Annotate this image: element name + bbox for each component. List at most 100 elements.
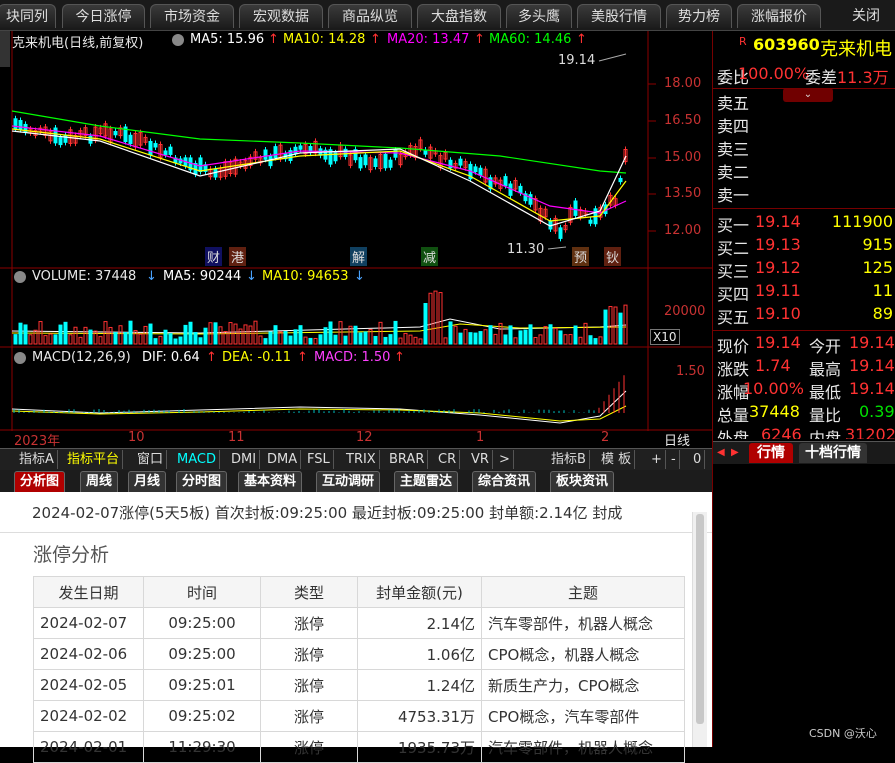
cell-amount: 1.24亿 — [357, 669, 482, 701]
tab-dma[interactable]: DMA — [264, 450, 302, 469]
volume-bar — [543, 326, 548, 345]
macd-dea: DEA: -0.11 — [222, 350, 292, 365]
macd-settings-icon[interactable] — [14, 352, 26, 364]
candle-body — [153, 143, 158, 148]
volume-bar — [383, 336, 388, 345]
volume-bar — [83, 326, 88, 345]
volume-bar — [28, 334, 33, 345]
volume-bar — [88, 329, 93, 345]
date-axis-label: 1 — [476, 430, 485, 445]
divider — [713, 88, 895, 89]
tab-monthly[interactable]: 月线 — [128, 471, 167, 493]
kline-chart[interactable]: 克来机电(日线,前复权) MA5: 15.96 ↑ MA10: 14.28 ↑ … — [0, 31, 712, 449]
volume-down-arrow-icon: ↓ — [146, 269, 157, 284]
collapse-chevron-icon[interactable]: ⌄ — [783, 88, 833, 102]
zoom-out-button[interactable]: - — [668, 450, 680, 469]
tab-gain-quotes[interactable]: 涨幅报价 — [737, 4, 821, 28]
cell-date: 2024-02-06 — [33, 638, 144, 670]
panel-scrollbar[interactable] — [692, 512, 707, 747]
tab-intraday[interactable]: 分时图 — [176, 471, 228, 493]
volume-bar — [408, 334, 413, 345]
ma-settings-icon[interactable] — [172, 34, 184, 46]
table-row[interactable]: 2024-02-07 09:25:00 涨停 2.14亿 汽车零部件，机器人概念 — [33, 607, 685, 639]
tab-dmi[interactable]: DMI — [228, 450, 261, 469]
more-indicators-button[interactable]: > — [496, 450, 514, 469]
event-marker-unlock[interactable]: 解 — [350, 247, 368, 266]
table-row[interactable]: 2024-02-05 09:25:01 涨停 1.24亿 新质生产力，CPO概念 — [33, 669, 685, 701]
volume-bar — [278, 331, 283, 345]
macd-up-arrow-icon: ↑ — [394, 350, 405, 365]
table-row[interactable]: 2024-02-02 09:25:02 涨停 4753.31万 CPO概念，汽车… — [33, 700, 685, 732]
tab-news[interactable]: 综合资讯 — [472, 471, 537, 493]
candle-body — [518, 185, 523, 194]
reset-button[interactable]: 0 — [690, 450, 706, 469]
column-header: 发生日期 — [33, 576, 144, 608]
tab-brar[interactable]: BRAR — [386, 450, 429, 469]
candle-body — [388, 159, 393, 168]
event-marker-finance[interactable]: 财 — [205, 247, 223, 266]
tab-us-stocks[interactable]: 美股行情 — [577, 4, 661, 28]
tab-theme-radar[interactable]: 主题雷达 — [394, 471, 459, 493]
event-marker-other[interactable]: 钬 — [604, 247, 622, 266]
event-marker-hk[interactable]: 港 — [229, 247, 247, 266]
close-button[interactable]: 关闭 — [826, 4, 895, 28]
tab-bull-eagle[interactable]: 多头鹰 — [506, 4, 572, 28]
volume-bar — [53, 334, 58, 345]
volume-bar — [493, 333, 498, 345]
tab-limit-up-today[interactable]: 今日涨停 — [62, 4, 145, 28]
volume-bars — [13, 290, 628, 345]
indicator-platform-button[interactable]: 指标平台 — [64, 450, 124, 469]
volume-bar — [263, 338, 268, 345]
zoom-in-button[interactable]: + — [648, 450, 666, 469]
cell-theme: CPO概念，汽车零部件 — [481, 700, 685, 732]
candle-body — [168, 146, 173, 155]
tab-fsl[interactable]: FSL — [304, 450, 334, 469]
tab-macd[interactable]: MACD — [174, 450, 220, 469]
tab-market-index[interactable]: 大盘指数 — [417, 4, 501, 28]
volume-bar — [253, 320, 258, 345]
r-badge: R — [739, 35, 747, 48]
next-arrow-icon[interactable]: ▶ — [731, 447, 739, 458]
candle-body — [558, 227, 563, 239]
volume-bar — [448, 321, 453, 345]
volume-bar — [413, 336, 418, 345]
stat-label: 总量 — [717, 406, 750, 425]
tab-ten-level[interactable]: 十档行情 — [799, 443, 867, 463]
tab-trix[interactable]: TRIX — [343, 450, 380, 469]
tab-commodities[interactable]: 商品纵览 — [328, 4, 412, 28]
ma5-legend: MA5: 15.96 — [190, 32, 265, 47]
tab-analysis-chart[interactable]: 分析图 — [14, 471, 66, 493]
candle-body — [18, 120, 23, 131]
tab-block-list[interactable]: 块同列 — [0, 4, 56, 28]
tab-macro-data[interactable]: 宏观数据 — [239, 4, 323, 28]
indicator-b-button[interactable]: 指标B — [548, 450, 590, 469]
table-row[interactable]: 2024-02-01 11:29:30 涨停 1935.73万 汽车零部件，机器… — [33, 731, 685, 763]
tab-cr[interactable]: CR — [435, 450, 461, 469]
scrollbar-thumb[interactable] — [696, 514, 704, 724]
indicator-a-button[interactable]: 指标A — [16, 450, 58, 469]
volume-bar — [523, 329, 528, 345]
window-button[interactable]: 窗口 — [134, 450, 168, 469]
prev-arrow-icon[interactable]: ◀ — [717, 447, 725, 458]
weibi-value: 100.00% — [738, 64, 810, 83]
volume-bar — [268, 331, 273, 345]
tab-vr[interactable]: VR — [468, 450, 493, 469]
tab-power-list[interactable]: 势力榜 — [666, 4, 732, 28]
tab-sector-news[interactable]: 板块资讯 — [550, 471, 615, 493]
volume-bar — [98, 336, 103, 345]
stat-label: 涨跌 — [717, 360, 750, 379]
tab-market-funds[interactable]: 市场资金 — [150, 4, 234, 28]
table-row[interactable]: 2024-02-06 09:25:00 涨停 1.06亿 CPO概念，机器人概念 — [33, 638, 685, 670]
volume-bar — [208, 322, 213, 345]
event-marker-forecast[interactable]: 预 — [572, 247, 590, 266]
chart-scroll-handle[interactable] — [0, 31, 10, 67]
tab-interactive[interactable]: 互动调研 — [316, 471, 381, 493]
volume-bar — [428, 292, 433, 345]
event-marker-reduce[interactable]: 减 — [421, 247, 439, 266]
tab-weekly[interactable]: 周线 — [80, 471, 119, 493]
tab-profile[interactable]: 基本资料 — [238, 471, 303, 493]
period-label[interactable]: 日线 — [664, 430, 690, 449]
tab-quote[interactable]: 行情 — [749, 443, 793, 463]
volume-settings-icon[interactable] — [14, 271, 26, 283]
template-button[interactable]: 模 板 — [598, 450, 636, 469]
